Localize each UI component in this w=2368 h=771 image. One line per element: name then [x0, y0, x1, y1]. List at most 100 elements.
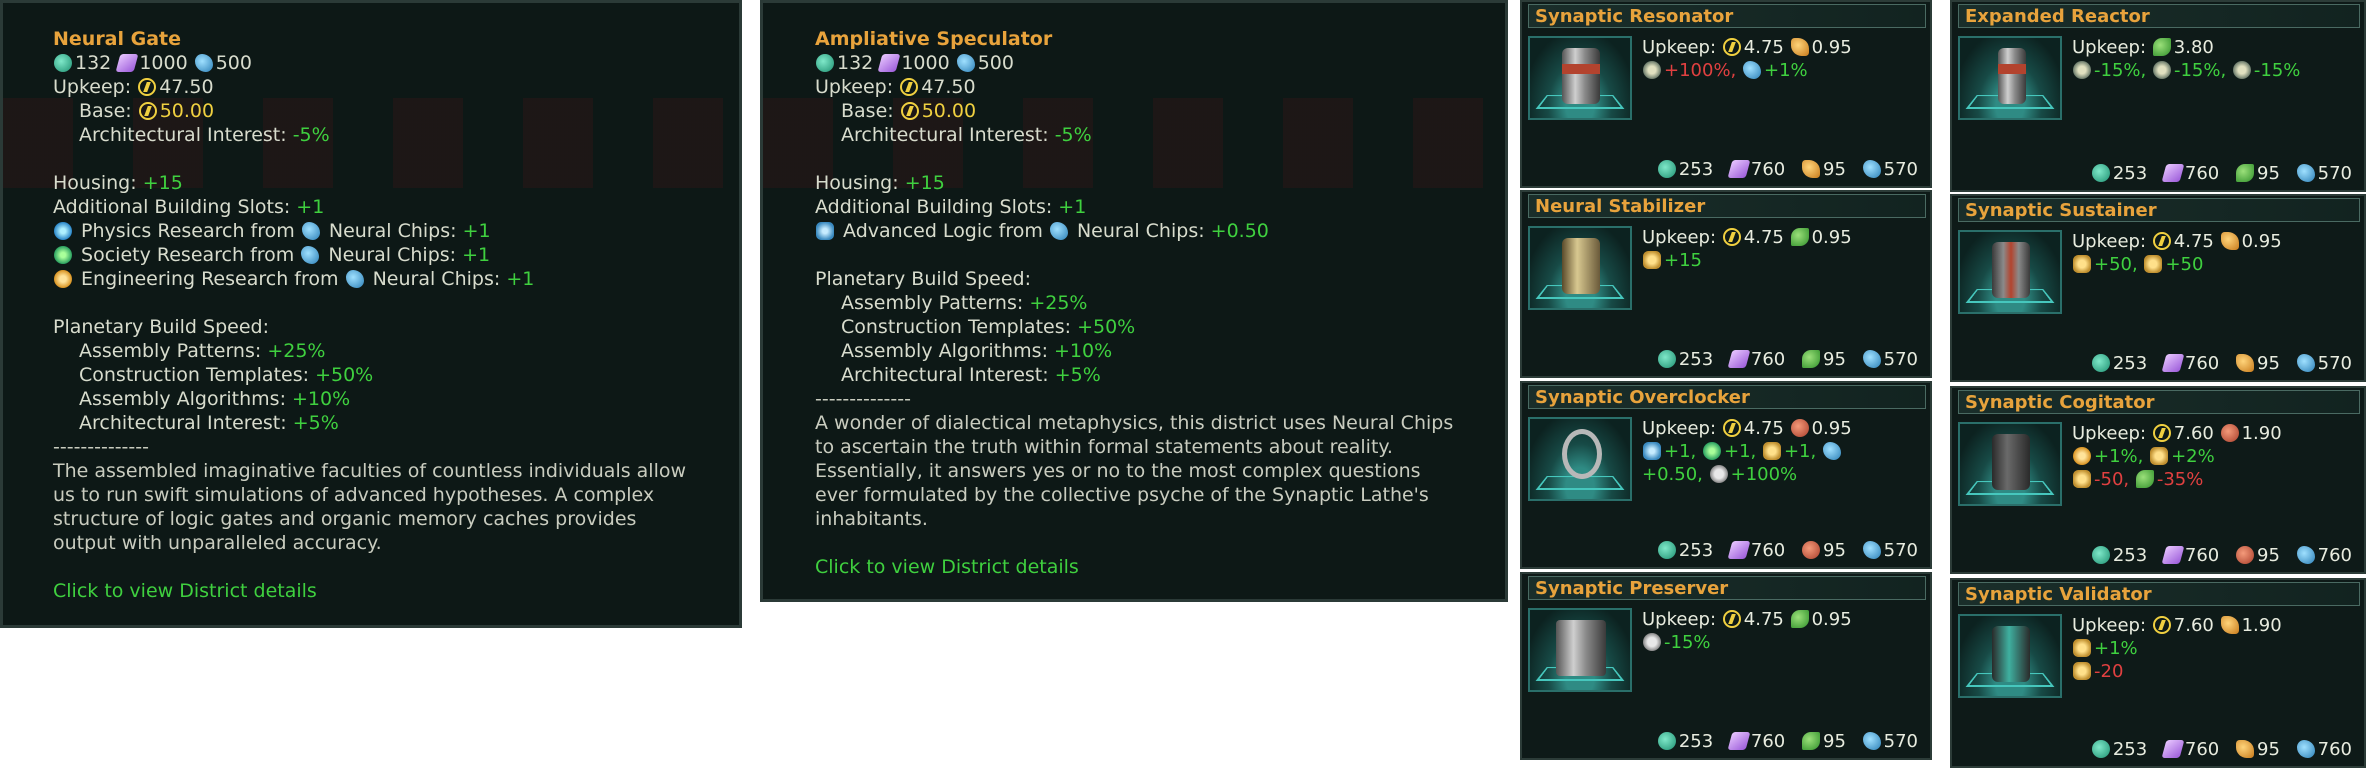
volatile-motes-icon [2220, 424, 2239, 442]
physics-research-row: Physics Research from Neural Chips: +1 [53, 219, 689, 243]
cost-row: 253 760 95 570 [2091, 353, 2352, 374]
food-icon [2236, 164, 2254, 182]
neural-chips-icon [1049, 222, 1068, 240]
neural-chips-icon [2296, 740, 2315, 758]
housing-row: Housing: +15 [53, 172, 183, 194]
building-card[interactable]: Synaptic Validator Upkeep: 7.60 1.90 +1%… [1950, 578, 2366, 768]
card-title: Synaptic Sustainer [1958, 198, 2360, 222]
description: The assembled imaginative faculties of c… [53, 460, 687, 554]
building-image [1528, 417, 1632, 501]
district-details-link[interactable]: Click to view District details [815, 555, 1455, 579]
building-card[interactable]: Synaptic Resonator Upkeep: 4.75 0.95 +10… [1520, 0, 1932, 188]
district-details-link[interactable]: Click to view District details [53, 579, 689, 603]
pop-icon [2144, 255, 2163, 273]
food-icon [2152, 38, 2171, 56]
volatile-motes-icon [1790, 419, 1809, 437]
neural-chips-icon [194, 54, 213, 72]
energy-icon [138, 78, 157, 96]
build-speed-item: Architectural Interest: +5% [79, 412, 339, 434]
food-icon [1790, 228, 1809, 246]
separator: -------------- [53, 436, 149, 458]
building-slots-row: Additional Building Slots: +1 [53, 196, 325, 218]
alloys-icon [1727, 732, 1751, 750]
minerals-icon [816, 54, 834, 72]
advanced-logic-icon [1643, 442, 1661, 460]
exotic-gases-icon [1790, 38, 1809, 56]
advanced-logic-row: Advanced Logic from Neural Chips: +0.50 [815, 219, 1455, 243]
neural-chips-icon [1862, 732, 1881, 750]
gear-icon [2152, 61, 2171, 79]
building-image [1528, 608, 1632, 692]
alloys-icon [1727, 541, 1751, 559]
upkeep-row: Upkeep: 47.50 [815, 76, 976, 98]
build-speed-item: Assembly Patterns: +25% [841, 292, 1088, 314]
physics-research-icon [54, 222, 72, 240]
building-image [1958, 614, 2062, 698]
arch-interest-row: Architectural Interest: -5% [79, 124, 330, 146]
alloys-icon [877, 54, 901, 72]
society-research-icon [54, 246, 72, 264]
alloys-icon [2161, 354, 2185, 372]
card-title: Synaptic Overclocker [1528, 385, 1926, 409]
energy-icon [1722, 419, 1741, 437]
minerals-icon [1657, 541, 1676, 559]
base-row: Base: 50.00 [841, 100, 977, 122]
building-card[interactable]: Synaptic Preserver Upkeep: 4.75 0.95 -15… [1520, 572, 1932, 760]
card-title: Synaptic Validator [1958, 582, 2360, 606]
volatile-motes-icon [2236, 546, 2254, 564]
neural-chips-icon [1862, 160, 1881, 178]
alloys-icon [2161, 546, 2185, 564]
ampliative-speculator-tooltip: Ampliative Speculator 132 1000 500 Upkee… [760, 0, 1508, 602]
energy-icon [1722, 38, 1741, 56]
energy-icon [1722, 228, 1741, 246]
building-card[interactable]: Synaptic Overclocker Upkeep: 4.75 0.95 +… [1520, 381, 1932, 569]
gear-icon [2073, 61, 2091, 79]
gear-icon [1643, 61, 1661, 79]
alloys-icon [1727, 160, 1751, 178]
society-research-icon [1702, 442, 1721, 460]
building-slots-row: Additional Building Slots: +1 [815, 196, 1087, 218]
food-icon [2135, 470, 2154, 488]
card-title: Synaptic Cogitator [1958, 390, 2360, 414]
cost-row: 253 760 95 760 [2091, 739, 2352, 760]
base-row: Base: 50.00 [79, 100, 215, 122]
neural-chips-icon [1822, 442, 1841, 460]
skull-icon [1643, 633, 1661, 651]
cost-row: 253 760 95 570 [1657, 349, 1918, 370]
pop-icon [2073, 639, 2091, 657]
cost-row: 253 760 95 570 [2091, 163, 2352, 184]
neural-gate-tooltip: Neural Gate 132 1000 500 Upkeep: 47.50 B… [0, 0, 742, 628]
tooltip-title: Neural Gate [53, 28, 182, 50]
build-speed-item: Assembly Algorithms: +10% [841, 340, 1113, 362]
alloys-icon [2161, 164, 2185, 182]
build-speed-item: Assembly Algorithms: +10% [79, 388, 351, 410]
energy-icon [2152, 232, 2171, 250]
building-card[interactable]: Synaptic Cogitator Upkeep: 7.60 1.90 +1%… [1950, 386, 2366, 574]
stability-icon [2073, 662, 2091, 680]
exotic-gases-icon [2236, 740, 2254, 758]
food-icon [1790, 610, 1809, 628]
build-speed-header: Planetary Build Speed: [53, 316, 269, 338]
society-research-row: Society Research from Neural Chips: +1 [53, 243, 689, 267]
energy-icon [2152, 616, 2171, 634]
pop-icon [2073, 255, 2091, 273]
card-title: Synaptic Preserver [1528, 576, 1926, 600]
arch-interest-row: Architectural Interest: -5% [841, 124, 1092, 146]
energy-icon [2152, 424, 2171, 442]
building-image [1958, 230, 2062, 314]
engineering-research-icon [54, 270, 72, 288]
cost-row: 253 760 95 760 [2091, 545, 2352, 566]
neural-chips-icon [956, 54, 975, 72]
neural-chips-icon [2296, 546, 2315, 564]
separator: -------------- [815, 388, 911, 410]
build-speed-item: Construction Templates: +50% [841, 316, 1136, 338]
minerals-icon [54, 54, 72, 72]
building-card[interactable]: Neural Stabilizer Upkeep: 4.75 0.95 +15 … [1520, 190, 1932, 378]
volatile-motes-icon [1802, 541, 1820, 559]
building-card[interactable]: Synaptic Sustainer Upkeep: 4.75 0.95 +50… [1950, 194, 2366, 382]
energy-icon [1722, 610, 1741, 628]
gear-icon [2232, 61, 2251, 79]
neural-chips-icon [2296, 354, 2315, 372]
building-card[interactable]: Expanded Reactor Upkeep: 3.80 -15%, -15%… [1950, 0, 2366, 192]
cost-row: 132 1000 500 [53, 51, 689, 75]
